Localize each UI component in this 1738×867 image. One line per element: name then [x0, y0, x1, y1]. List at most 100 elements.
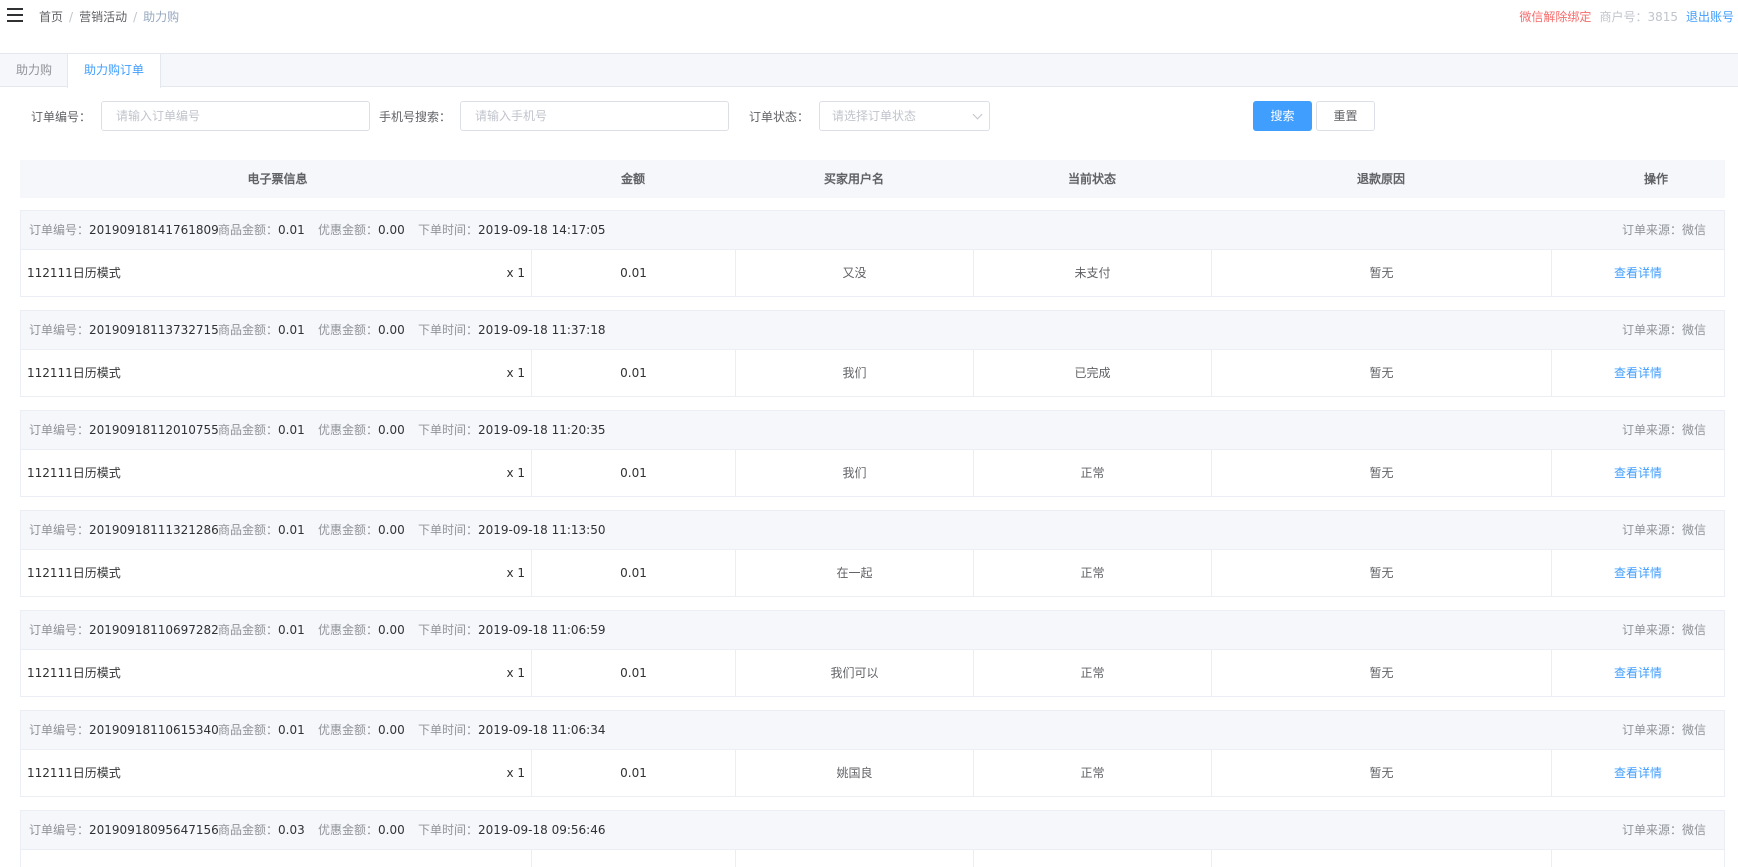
view-details-link[interactable]: 查看详情: [1552, 350, 1724, 396]
order-time-label: 下单时间：: [418, 423, 479, 437]
order-time-value: 2019-09-18 11:06:34: [478, 723, 606, 737]
buyer-cell: 我们: [736, 450, 974, 496]
status-cell: 正常: [974, 650, 1212, 696]
order-no-label: 订单编号：: [29, 623, 90, 637]
logout-link[interactable]: 退出账号: [1686, 10, 1734, 24]
amount-cell: 0.01: [532, 250, 736, 296]
order-time-value: 2019-09-18 11:20:35: [478, 423, 606, 437]
amount-cell: 0.01: [532, 550, 736, 596]
order-time-label: 下单时间：: [418, 223, 479, 237]
goods-amount-label: 商品金额：: [218, 823, 279, 837]
order-source: 订单来源：微信: [1621, 323, 1706, 337]
view-details-link[interactable]: 查看详情: [1552, 750, 1724, 796]
breadcrumb-marketing[interactable]: 营销活动: [79, 10, 127, 24]
refund-reason-cell: 暂无: [1212, 250, 1552, 296]
product-name: 112111日历模式: [27, 766, 121, 780]
amount-cell: 0.01: [532, 750, 736, 796]
order-item: 112111日历模式 x 1 0.01 我们 正常 暂无 查看详情: [21, 450, 1724, 496]
status-cell: [974, 850, 1212, 867]
product-cell: 112111日历模式 x 1: [21, 650, 532, 696]
product-qty: x 1: [506, 266, 525, 280]
order-source: 订单来源：微信: [1621, 523, 1706, 537]
product-cell: 112111日历模式 x 1: [21, 250, 532, 296]
order-no-label: 订单编号：: [29, 223, 90, 237]
refund-reason-cell: [1212, 850, 1552, 867]
view-details-link[interactable]: 查看详情: [1552, 250, 1724, 296]
goods-amount-label: 商品金额：: [218, 223, 279, 237]
phone-input[interactable]: [460, 101, 729, 131]
refund-reason-cell: 暂无: [1212, 350, 1552, 396]
goods-amount-value: 0.01: [278, 323, 305, 337]
status-select-placeholder: 请选择订单状态: [832, 109, 917, 123]
discount-value: 0.00: [378, 523, 405, 537]
refund-reason-cell: 暂无: [1212, 450, 1552, 496]
goods-amount-value: 0.03: [278, 823, 305, 837]
order-time-value: 2019-09-18 14:17:05: [478, 223, 606, 237]
order-source: 订单来源：微信: [1621, 723, 1706, 737]
goods-amount-value: 0.01: [278, 423, 305, 437]
order-row: 订单编号：20190918112010755 商品金额：0.01 优惠金额：0.00…: [20, 410, 1725, 497]
discount-label: 优惠金额：: [318, 823, 379, 837]
goods-amount-label: 商品金额：: [218, 723, 279, 737]
order-no-label: 订单编号：: [29, 523, 90, 537]
order-item: 112111日历模式 x 1 0.01 我们可以 正常 暂无 查看详情: [21, 650, 1724, 696]
view-details-link[interactable]: 查看详情: [1552, 450, 1724, 496]
buyer-cell: [736, 850, 974, 867]
product-name: 112111日历模式: [27, 366, 121, 380]
discount-value: 0.00: [378, 323, 405, 337]
order-time-value: 2019-09-18 11:13:50: [478, 523, 606, 537]
status-cell: 正常: [974, 450, 1212, 496]
breadcrumb-home[interactable]: 首页: [39, 10, 63, 24]
order-time-label: 下单时间：: [418, 623, 479, 637]
discount-label: 优惠金额：: [318, 723, 379, 737]
unbind-wechat-link[interactable]: 微信解除绑定: [1519, 10, 1591, 24]
goods-amount-value: 0.01: [278, 623, 305, 637]
order-item: 112111日历模式 x 1 0.01 我们 已完成 暂无 查看详情: [21, 350, 1724, 396]
product-qty: x 1: [506, 366, 525, 380]
product-name: 112111日历模式: [27, 666, 121, 680]
top-bar: 首页 / 营销活动 / 助力购 微信解除绑定 商户号：3815 退出账号: [0, 0, 1738, 54]
status-select[interactable]: 请选择订单状态: [819, 101, 990, 131]
product-cell: [21, 850, 532, 867]
order-time-value: 2019-09-18 11:37:18: [478, 323, 606, 337]
order-source: 订单来源：微信: [1621, 423, 1706, 437]
view-details-link[interactable]: 查看详情: [1552, 550, 1724, 596]
order-no-value: 20190918112010755: [89, 423, 219, 437]
order-row: 订单编号：20190918110697282 商品金额：0.01 优惠金额：0.00…: [20, 610, 1725, 697]
order-no-value: 20190918111321286: [89, 523, 219, 537]
product-qty: x 1: [506, 566, 525, 580]
breadcrumb-current: 助力购: [143, 10, 180, 24]
discount-label: 优惠金额：: [318, 623, 379, 637]
col-ticket-info: 电子票信息: [247, 172, 308, 186]
search-button[interactable]: 搜索: [1253, 101, 1312, 131]
refund-reason-cell: 暂无: [1212, 650, 1552, 696]
col-buyer: 买家用户名: [823, 172, 884, 186]
order-time-label: 下单时间：: [418, 323, 479, 337]
tab-assist-buy[interactable]: 助力购: [0, 54, 68, 87]
col-amount: 金额: [620, 172, 645, 186]
amount-cell: 0.01: [532, 650, 736, 696]
order-row: 订单编号：20190918110615340 商品金额：0.01 优惠金额：0.00…: [20, 710, 1725, 797]
menu-toggle-icon[interactable]: [7, 8, 23, 22]
order-header: 订单编号：20190918095647156 商品金额：0.03 优惠金额：0.00…: [21, 811, 1724, 850]
order-time-label: 下单时间：: [418, 723, 479, 737]
order-no-label: 订单编号：: [31, 110, 92, 124]
buyer-cell: 姚国良: [736, 750, 974, 796]
reset-button[interactable]: 重置: [1316, 101, 1375, 131]
status-cell: 正常: [974, 750, 1212, 796]
discount-value: 0.00: [378, 423, 405, 437]
header-account: 微信解除绑定 商户号：3815 退出账号: [1519, 8, 1734, 25]
buyer-cell: 我们: [736, 350, 974, 396]
order-header: 订单编号：20190918110697282 商品金额：0.01 优惠金额：0.00…: [21, 611, 1724, 650]
discount-label: 优惠金额：: [318, 523, 379, 537]
order-header: 订单编号：20190918111321286 商品金额：0.01 优惠金额：0.00…: [21, 511, 1724, 550]
product-cell: 112111日历模式 x 1: [21, 750, 532, 796]
refund-reason-cell: 暂无: [1212, 750, 1552, 796]
product-qty: x 1: [506, 666, 525, 680]
tab-assist-buy-orders[interactable]: 助力购订单: [67, 54, 162, 88]
product-name: 112111日历模式: [27, 466, 121, 480]
goods-amount-label: 商品金额：: [218, 323, 279, 337]
order-item: 112111日历模式 x 1 0.01 姚国良 正常 暂无 查看详情: [21, 750, 1724, 796]
order-no-input[interactable]: [101, 101, 370, 131]
view-details-link[interactable]: 查看详情: [1552, 650, 1724, 696]
